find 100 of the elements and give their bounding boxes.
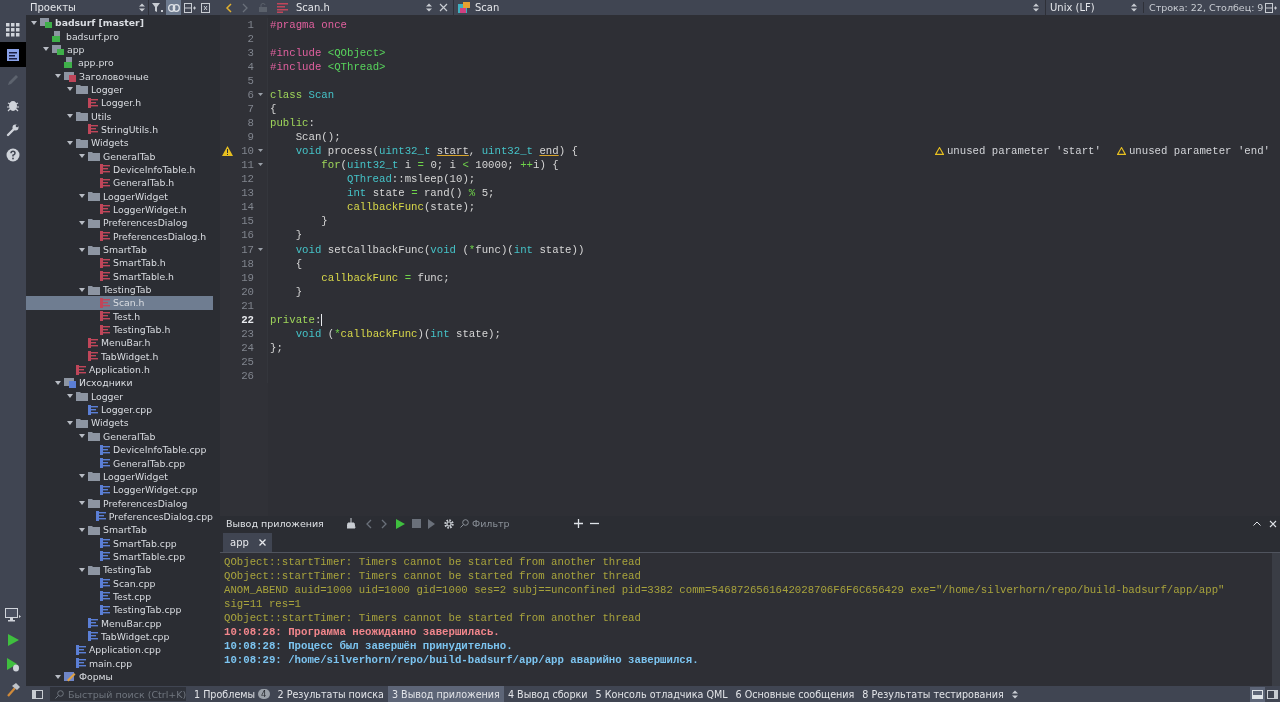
tree-item[interactable]: StringUtils.h (26, 122, 213, 137)
tree-item[interactable]: PreferencesDialog (26, 496, 213, 510)
tree-item[interactable]: main.cpp (26, 656, 213, 670)
folder-icon (88, 471, 100, 482)
tree-item[interactable]: LoggerWidget (26, 469, 213, 484)
tree-item[interactable]: TabWidget.h (26, 349, 213, 363)
tree-item[interactable]: SmartTab.cpp (26, 536, 213, 550)
tree-item[interactable]: SmartTab (26, 523, 213, 537)
search-field[interactable]: Быстрый поиск (Ctrl+K) (50, 687, 186, 701)
expanded-arrow-icon[interactable] (67, 113, 73, 120)
warning-icon (1116, 147, 1126, 156)
tree-item[interactable]: TestingTab (26, 282, 213, 297)
tree-item[interactable]: LoggerWidget.cpp (26, 483, 213, 497)
tree-item[interactable]: PreferencesDialog.h (26, 229, 213, 243)
stop-icon[interactable] (409, 516, 424, 531)
tree-item[interactable]: Logger.h (26, 96, 213, 110)
tree-item[interactable]: Application.cpp (26, 643, 213, 657)
tree-item[interactable]: TestingTab (26, 563, 213, 577)
close-pane-icon[interactable] (198, 0, 213, 15)
tree-item[interactable]: app (26, 42, 213, 57)
expanded-arrow-icon[interactable] (31, 19, 37, 26)
document-icon[interactable] (0, 42, 26, 67)
expanded-arrow-icon[interactable] (79, 193, 85, 200)
expanded-arrow-icon[interactable] (79, 473, 85, 480)
tree-item[interactable]: SmartTab (26, 242, 213, 257)
folder-icon (76, 111, 88, 122)
file-selector[interactable]: Scan.h (294, 0, 434, 15)
output-tab[interactable]: app (223, 533, 272, 552)
tree-item[interactable]: Widgets (26, 416, 213, 430)
tree-item[interactable]: Widgets (26, 136, 213, 150)
tree-item[interactable]: Utils (26, 109, 213, 123)
expanded-arrow-icon[interactable] (79, 219, 85, 226)
tree-item[interactable]: Application.h (26, 362, 213, 377)
header-file-icon (100, 164, 110, 175)
up-down-icon (1033, 3, 1039, 12)
tree-item[interactable]: SmartTab.h (26, 256, 213, 270)
filter-icon[interactable] (150, 0, 165, 15)
tree-item[interactable]: GeneralTab (26, 429, 213, 443)
line-number: 20 (240, 285, 254, 298)
output-toggle-icon[interactable] (1250, 686, 1265, 702)
output-pane-button[interactable]: 5 Консоль отладчика QML (591, 686, 732, 702)
output-pane-button[interactable]: 8 Результаты тестирования (858, 686, 1008, 702)
settings-icon[interactable] (441, 516, 456, 531)
fold-arrow-icon[interactable] (258, 149, 263, 154)
tree-item[interactable]: MenuBar.cpp (26, 616, 213, 630)
expanded-arrow-icon[interactable] (79, 566, 85, 573)
tree-item[interactable]: TabWidget.cpp (26, 629, 213, 644)
output-pane-button[interactable]: 2 Результаты поиска (273, 686, 388, 702)
output-line: sig=11 res=1 (224, 597, 302, 611)
tree-item[interactable]: SmartTable.h (26, 269, 213, 283)
tree-item[interactable]: badsurf.pro (26, 29, 213, 43)
close-icon[interactable] (258, 539, 266, 546)
tree-item[interactable]: Logger (26, 82, 213, 97)
fold-arrow-icon[interactable] (258, 163, 263, 168)
split-icon[interactable] (182, 0, 197, 15)
tree-item[interactable]: app.pro (26, 56, 213, 70)
tree-item[interactable]: Исходники (26, 376, 213, 390)
output-pane-button[interactable]: 6 Основные сообщения (731, 686, 859, 702)
tree-item[interactable]: LoggerWidget.h (26, 202, 213, 217)
line-number: 16 (240, 229, 254, 242)
expanded-arrow-icon[interactable] (79, 526, 85, 533)
up-down-icon (139, 3, 145, 12)
expanded-arrow-icon[interactable] (55, 673, 61, 680)
header-file-icon (88, 351, 98, 362)
output-pane-button[interactable]: 3 Вывод приложения (387, 686, 504, 702)
output-pane-button[interactable]: 1 Проблемы 4 (190, 686, 274, 702)
tree-item[interactable]: Формы (26, 669, 213, 684)
tree-item[interactable]: Заголовочные (26, 69, 213, 83)
tree-item[interactable]: GeneralTab (26, 149, 213, 163)
link-icon[interactable] (166, 0, 181, 15)
tree-item[interactable]: GeneralTab.cpp (26, 456, 213, 470)
line-number: 12 (240, 173, 254, 186)
tree-item[interactable]: TestingTab.cpp (26, 603, 213, 617)
expanded-arrow-icon[interactable] (67, 420, 73, 426)
tree-item[interactable]: Logger (26, 389, 213, 403)
header-file-icon (100, 177, 110, 188)
tree-item[interactable]: LoggerWidget (26, 189, 213, 203)
zoom-in-icon[interactable] (571, 516, 586, 531)
tree-item[interactable]: SmartTable.cpp (26, 549, 213, 564)
tree-item[interactable]: DeviceInfoTable.cpp (26, 443, 213, 457)
expanded-arrow-icon[interactable] (79, 500, 85, 507)
tree-item[interactable]: Logger.cpp (26, 402, 213, 417)
tree-item[interactable]: TestingTab.h (26, 322, 213, 337)
tree-item[interactable]: Test.cpp (26, 589, 213, 604)
tree-item[interactable]: PreferencesDialog (26, 216, 213, 230)
tree-item[interactable]: Scan.cpp (26, 576, 213, 590)
fold-arrow-icon[interactable] (258, 247, 263, 252)
expanded-arrow-icon[interactable] (79, 286, 85, 293)
tree-item[interactable]: GeneralTab.h (26, 176, 213, 190)
output-pane-button[interactable]: 4 Вывод сборки (503, 686, 592, 702)
expanded-arrow-icon[interactable] (79, 246, 85, 253)
tree-item[interactable]: MenuBar.h (26, 336, 213, 350)
tree-item[interactable]: DeviceInfoTable.h (26, 162, 213, 177)
fold-arrow-icon[interactable] (258, 93, 263, 98)
expanded-arrow-icon[interactable] (43, 46, 49, 53)
tree-item[interactable]: Test.h (26, 309, 213, 323)
filter-field[interactable]: Фильтр (472, 518, 562, 529)
tree-item[interactable]: badsurf [master] (26, 16, 213, 30)
split-icon[interactable] (1263, 0, 1278, 15)
tree-item[interactable]: PreferencesDialog.cpp (26, 509, 213, 524)
